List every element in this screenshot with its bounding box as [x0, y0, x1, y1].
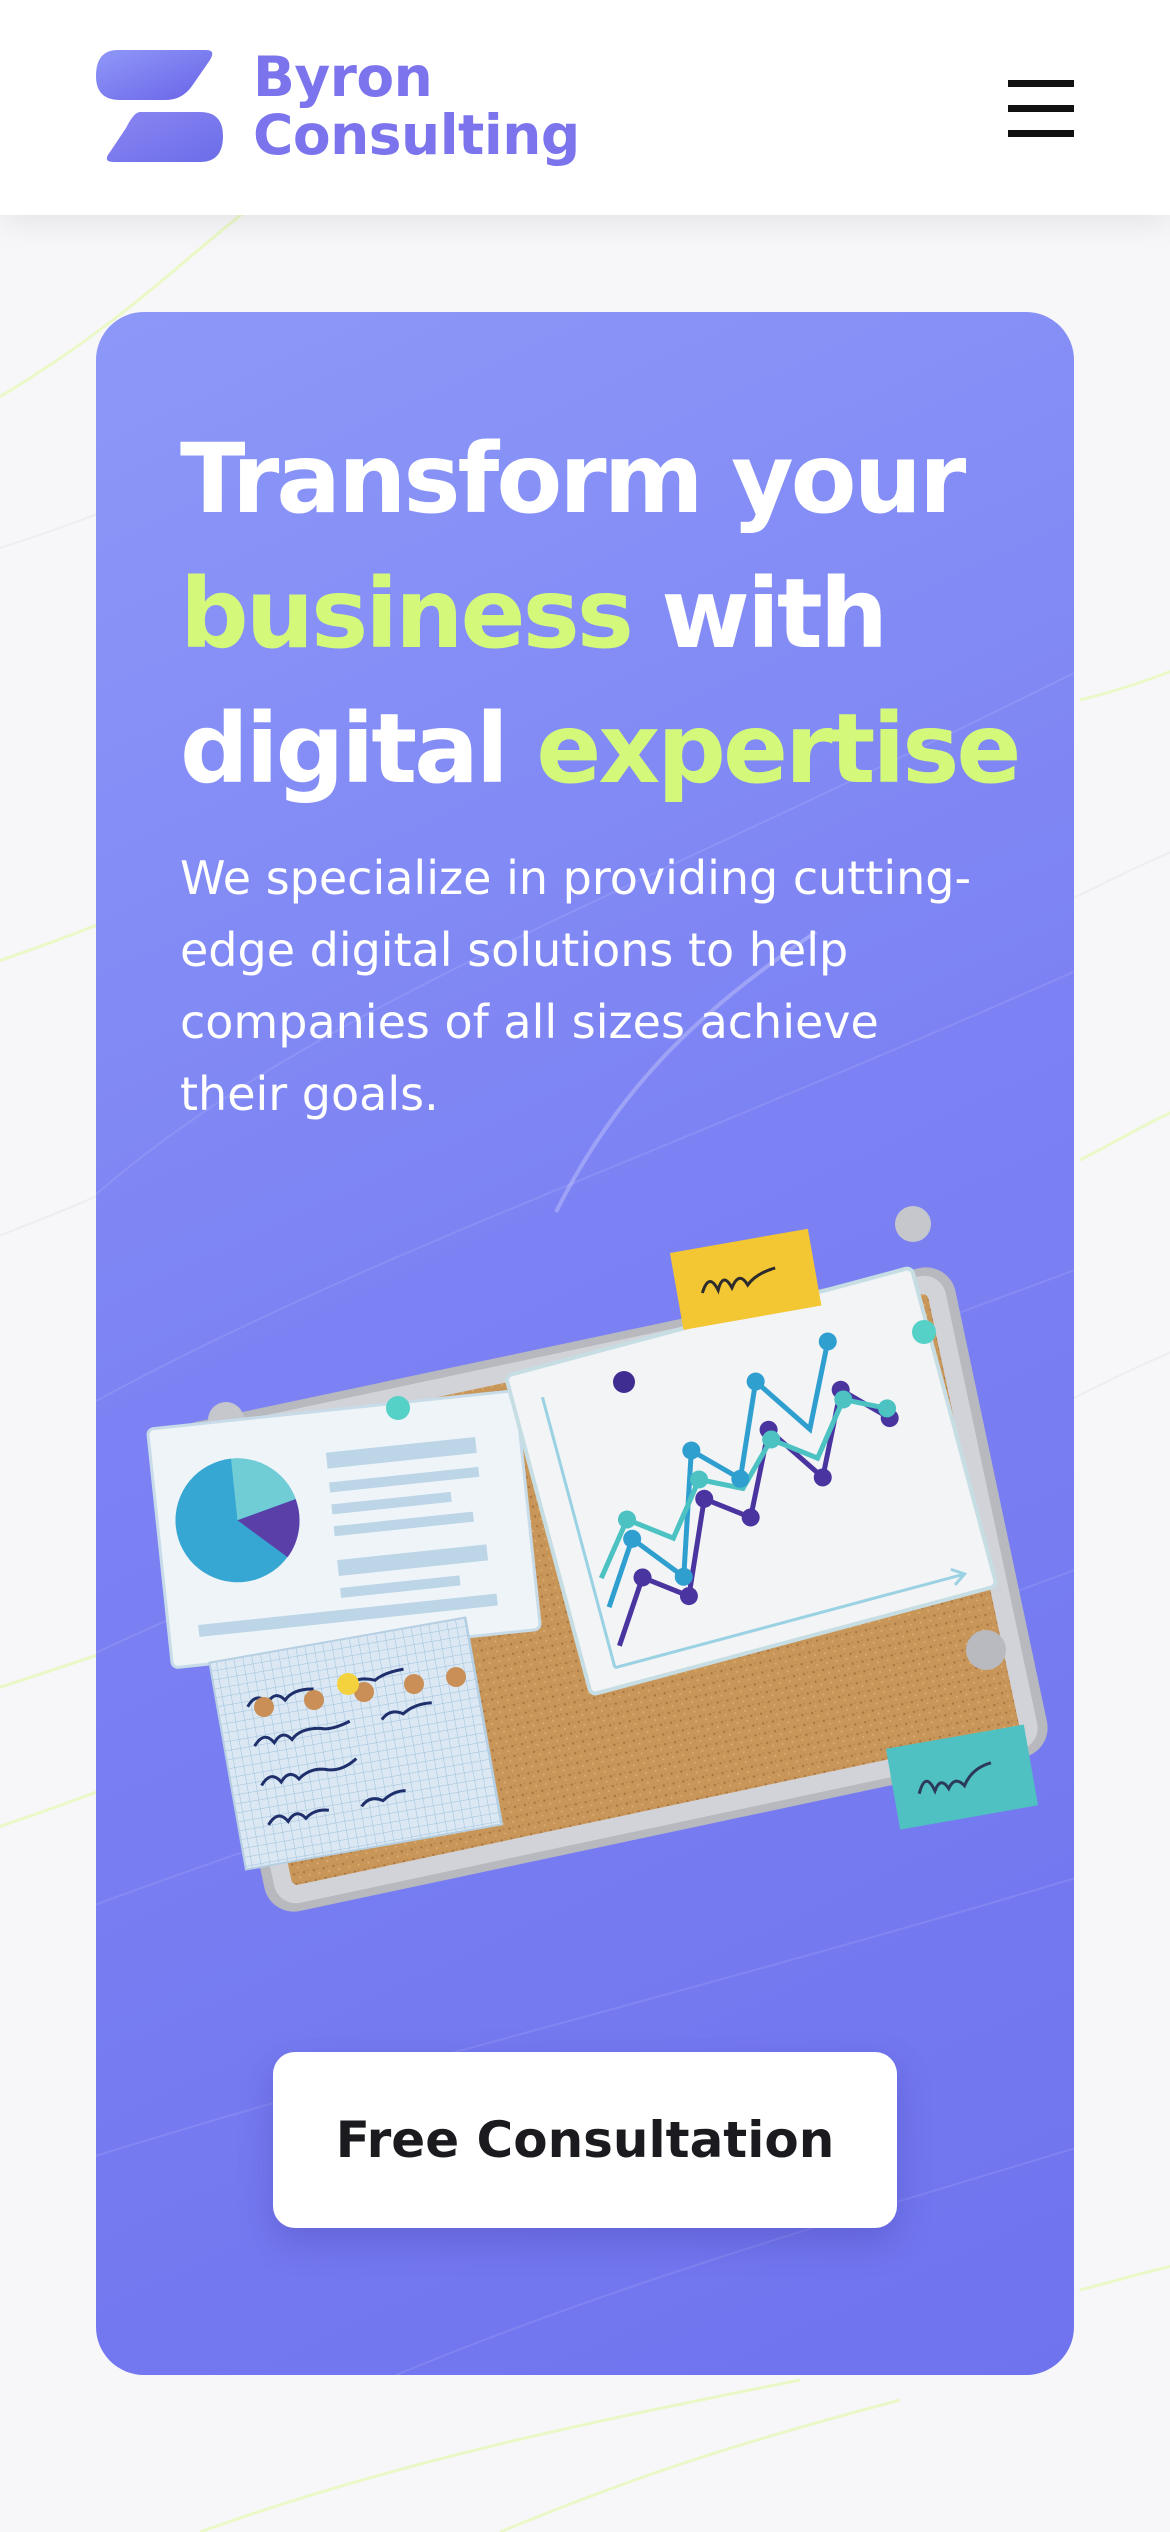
- hero-subtitle: We specialize in providing cutting-edge …: [180, 851, 972, 1121]
- hero-title-accent2: expertise: [536, 693, 1021, 805]
- brand-name: Byron Consulting: [253, 48, 580, 164]
- hero-title-accent1: business: [180, 558, 634, 670]
- logo-icon: [96, 50, 223, 162]
- brand-name-line1: Byron: [253, 45, 433, 109]
- site-header: Byron Consulting: [0, 0, 1170, 215]
- menu-button[interactable]: [1000, 76, 1076, 140]
- hero-title-part1: Transform your: [180, 423, 966, 535]
- hero-card: Transform your business with digital exp…: [96, 312, 1074, 2375]
- brand-logo[interactable]: Byron Consulting: [96, 48, 580, 164]
- free-consultation-button[interactable]: Free Consultation: [273, 2052, 897, 2228]
- brand-name-line2: Consulting: [253, 103, 580, 167]
- corkboard-with-charts-illustration: [146, 1206, 1048, 1912]
- hero-title: Transform your business with digital exp…: [180, 412, 1060, 817]
- hamburger-menu-icon: [1008, 80, 1074, 137]
